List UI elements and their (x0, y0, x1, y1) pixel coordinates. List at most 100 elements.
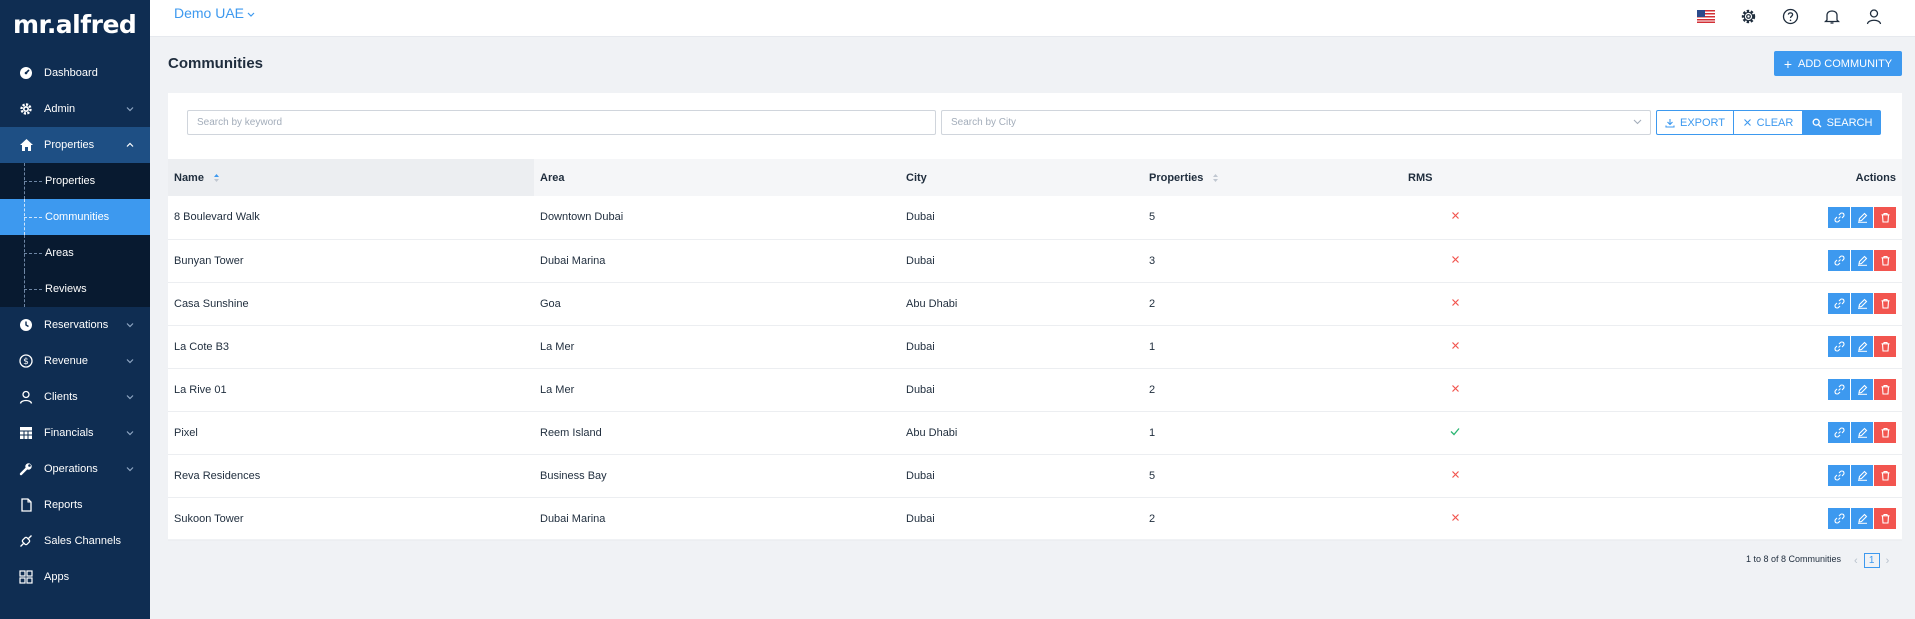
edit-button[interactable] (1851, 206, 1873, 228)
link-icon (1834, 427, 1844, 438)
us-flag-icon[interactable] (1695, 5, 1717, 27)
chevron-down-icon (126, 107, 134, 112)
sidebar-item-revenue[interactable]: $ Revenue (0, 343, 150, 379)
table-row[interactable]: Sukoon Tower Dubai Marina Dubai 2 (168, 497, 1902, 540)
bell-icon[interactable] (1821, 5, 1843, 27)
cell-area: La Mer (540, 383, 575, 396)
delete-button[interactable] (1874, 336, 1896, 357)
link-icon (1834, 513, 1844, 524)
sidebar-item-sales-channels[interactable]: Sales Channels (0, 523, 150, 559)
sidebar-item-clients[interactable]: Clients (0, 379, 150, 415)
cell-name: Sukoon Tower (174, 512, 244, 525)
edit-button[interactable] (1851, 336, 1873, 357)
cell-actions (1508, 325, 1902, 368)
sidebar-item-reservations[interactable]: Reservations (0, 307, 150, 343)
edit-button[interactable] (1851, 250, 1873, 271)
cell-rms (1402, 282, 1508, 325)
next-page-icon[interactable]: › (1886, 555, 1890, 567)
delete-button[interactable] (1874, 379, 1896, 400)
sidebar-item-financials[interactable]: Financials (0, 415, 150, 451)
column-header-name[interactable]: Name (168, 159, 534, 196)
chevron-down-icon (126, 323, 134, 328)
table-row[interactable]: 8 Boulevard Walk Downtown Dubai Dubai 5 (168, 196, 1902, 239)
sidebar-item-operations[interactable]: Operations (0, 451, 150, 487)
pencil-icon (1857, 427, 1867, 438)
table-row[interactable]: Reva Residences Business Bay Dubai 5 (168, 454, 1902, 497)
table-body: 8 Boulevard Walk Downtown Dubai Dubai 5 Buny… (168, 196, 1902, 540)
edit-button[interactable] (1851, 422, 1873, 443)
app-logo[interactable]: mr.alfred (0, 0, 150, 48)
link-button[interactable] (1828, 508, 1850, 529)
delete-button[interactable] (1874, 465, 1896, 486)
column-header-area: Area (540, 171, 565, 184)
table-row[interactable]: Casa Sunshine Goa Abu Dhabi 2 (168, 282, 1902, 325)
delete-button[interactable] (1874, 206, 1896, 228)
cell-actions (1508, 497, 1902, 540)
delete-button[interactable] (1874, 293, 1896, 314)
sidebar-item-apps[interactable]: Apps (0, 559, 150, 595)
user-icon[interactable] (1863, 5, 1885, 27)
cross-icon (1451, 384, 1459, 392)
edit-button[interactable] (1851, 508, 1873, 529)
export-button[interactable]: EXPORT (1656, 110, 1734, 135)
dollar-icon: $ (18, 353, 34, 369)
help-icon[interactable] (1779, 5, 1801, 27)
sort-icon[interactable] (213, 173, 220, 183)
link-button[interactable] (1828, 206, 1850, 228)
cell-properties: 1 (1149, 340, 1156, 353)
link-button[interactable] (1828, 379, 1850, 400)
org-selector[interactable]: Demo UAE (174, 5, 255, 21)
sidebar-subitem-properties[interactable]: Properties (0, 163, 150, 199)
cell-rms (1402, 411, 1508, 454)
sort-icon[interactable] (1212, 173, 1219, 183)
link-button[interactable] (1828, 336, 1850, 357)
delete-button[interactable] (1874, 422, 1896, 443)
table-row[interactable]: La Cote B3 La Mer Dubai 1 (168, 325, 1902, 368)
cell-properties: 3 (1149, 254, 1156, 267)
wrench-icon (18, 461, 34, 477)
sidebar-subitem-areas[interactable]: Areas (0, 235, 150, 271)
cell-properties: 5 (1149, 469, 1156, 482)
delete-button[interactable] (1874, 250, 1896, 271)
link-button[interactable] (1828, 422, 1850, 443)
pencil-icon (1857, 341, 1867, 352)
table-row[interactable]: Pixel Reem Island Abu Dhabi 1 (168, 411, 1902, 454)
clear-button[interactable]: CLEAR (1733, 110, 1803, 135)
plus-icon: + (1783, 55, 1793, 72)
sidebar-item-dashboard[interactable]: Dashboard (0, 55, 150, 91)
column-header-properties[interactable]: Properties (1143, 159, 1402, 196)
search-button[interactable]: SEARCH (1803, 110, 1881, 135)
column-header-rms: RMS (1408, 171, 1433, 184)
edit-button[interactable] (1851, 293, 1873, 314)
table-row[interactable]: La Rive 01 La Mer Dubai 2 (168, 368, 1902, 411)
link-button[interactable] (1828, 465, 1850, 486)
gear-icon[interactable] (1737, 5, 1759, 27)
chevron-down-icon (126, 431, 134, 436)
trash-icon (1881, 341, 1889, 352)
link-button[interactable] (1828, 293, 1850, 314)
sidebar-item-admin[interactable]: Admin (0, 91, 150, 127)
pencil-icon (1857, 212, 1867, 223)
page-number-button[interactable]: 1 (1863, 553, 1880, 568)
sidebar-item-reports[interactable]: Reports (0, 487, 150, 523)
sidebar-item-properties[interactable]: Properties (0, 127, 150, 163)
sidebar-item-label: Sales Channels (44, 535, 122, 547)
add-community-button[interactable]: + ADD COMMUNITY (1774, 51, 1902, 76)
cell-rms (1402, 454, 1508, 497)
cell-name: La Rive 01 (174, 383, 227, 396)
link-button[interactable] (1828, 250, 1850, 271)
sidebar-subitem-reviews[interactable]: Reviews (0, 271, 150, 307)
delete-button[interactable] (1874, 508, 1896, 529)
sidebar-subitem-communities[interactable]: Communities (0, 199, 150, 235)
city-select[interactable]: Search by City (941, 110, 1651, 135)
document-icon (18, 497, 34, 513)
keyword-search-input[interactable] (187, 110, 936, 135)
prev-page-icon[interactable]: ‹ (1854, 555, 1858, 567)
chevron-down-icon (126, 467, 134, 472)
edit-button[interactable] (1851, 379, 1873, 400)
table-row[interactable]: Bunyan Tower Dubai Marina Dubai 3 (168, 239, 1902, 282)
cross-icon (1451, 470, 1459, 478)
edit-button[interactable] (1851, 465, 1873, 486)
cell-city: Abu Dhabi (906, 297, 958, 310)
link-icon (1834, 341, 1844, 352)
